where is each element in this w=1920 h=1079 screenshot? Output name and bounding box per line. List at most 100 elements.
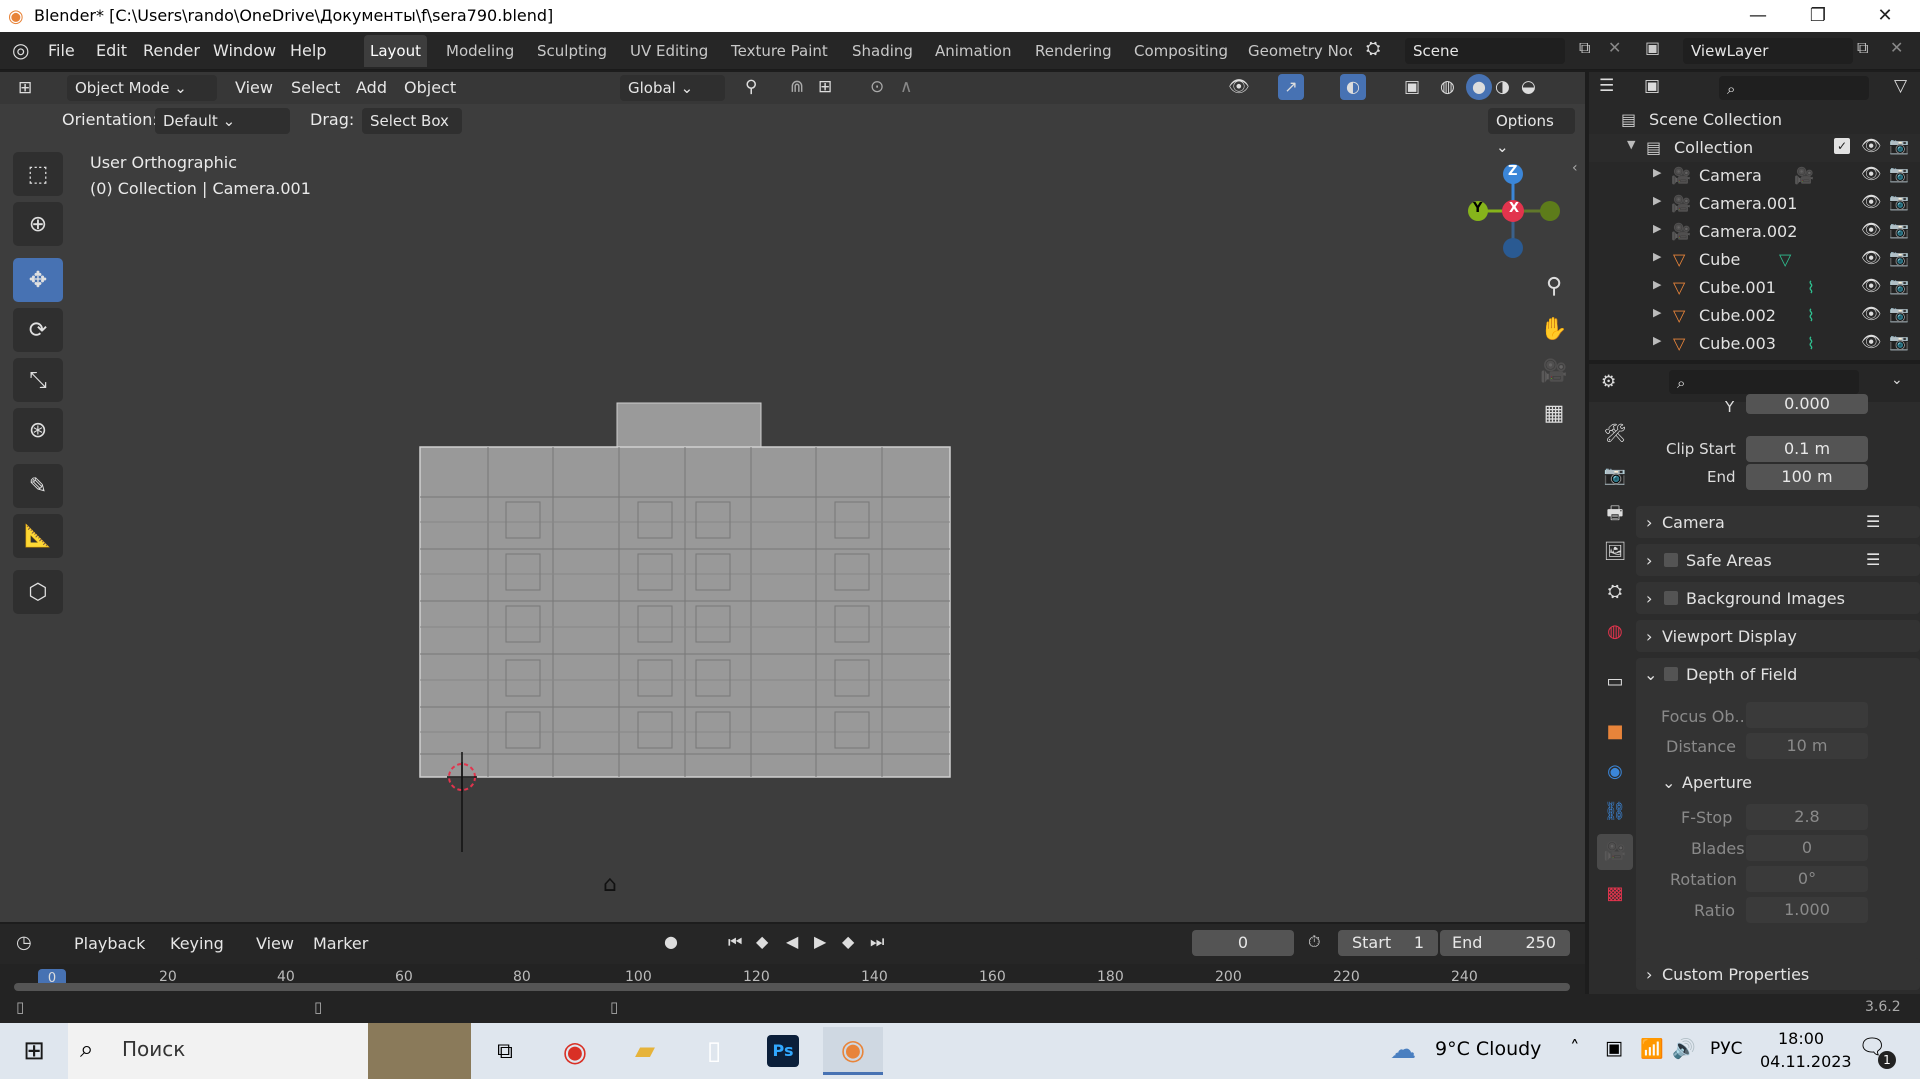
move-tool[interactable]: ✥: [13, 258, 63, 302]
focus-object-field[interactable]: [1746, 702, 1868, 728]
weather-label[interactable]: 9°C Cloudy: [1435, 1038, 1541, 1060]
scene-collection-row[interactable]: ▤ Scene Collection: [1589, 106, 1920, 134]
overlays-toggle-icon[interactable]: ◐: [1340, 74, 1366, 100]
wireframe-shading-icon[interactable]: ◍: [1440, 77, 1455, 97]
maximize-button[interactable]: ❐: [1795, 2, 1841, 30]
jump-start-icon[interactable]: ⏮: [728, 932, 742, 952]
wifi-icon[interactable]: 📶: [1640, 1037, 1664, 1060]
eye-icon[interactable]: 👁: [1861, 192, 1881, 211]
eye-icon[interactable]: 👁: [1861, 220, 1881, 239]
collection-row[interactable]: ▼ ▤ Collection ✓ 👁 📷: [1589, 134, 1920, 162]
snap-icon[interactable]: ⋒: [790, 77, 804, 97]
jump-end-icon[interactable]: ⏭: [870, 932, 884, 952]
tab-uv-editing[interactable]: UV Editing: [624, 35, 714, 67]
grid-view-icon[interactable]: ▦: [1535, 395, 1573, 433]
tab-texture-paint[interactable]: Texture Paint: [725, 35, 834, 67]
add-cube-tool[interactable]: ⬡: [13, 570, 63, 614]
blender-menu-icon[interactable]: ◎: [12, 38, 29, 62]
rendered-shading-icon[interactable]: ◒: [1521, 77, 1536, 97]
tab-compositing[interactable]: Compositing: [1128, 35, 1234, 67]
camera-render-icon[interactable]: 📷: [1889, 276, 1909, 295]
eye-icon[interactable]: 👁: [1861, 276, 1881, 295]
timeline-menu-playback[interactable]: Playback: [74, 934, 145, 953]
play-reverse-icon[interactable]: ◀: [786, 932, 798, 951]
measure-tool[interactable]: 📐: [13, 514, 63, 558]
camera-view-icon[interactable]: 🎥: [1535, 353, 1573, 391]
timeline-menu-keying[interactable]: Keying: [170, 934, 224, 953]
viewlayer-field[interactable]: ViewLayer: [1683, 38, 1853, 64]
chevron-right-icon[interactable]: ▶: [1653, 166, 1661, 179]
eye-icon[interactable]: 👁: [1861, 248, 1881, 267]
tab-sculpting[interactable]: Sculpting: [531, 35, 613, 67]
explorer-taskbar-button[interactable]: ▰: [615, 1027, 675, 1075]
photoshop-taskbar-button[interactable]: Ps: [753, 1027, 813, 1075]
vp-menu-select[interactable]: Select: [291, 78, 340, 97]
scene-selector-icon[interactable]: ⛭: [1366, 38, 1380, 59]
select-box-tool[interactable]: ⬚: [13, 152, 63, 196]
next-keyframe-icon[interactable]: ◆: [842, 932, 854, 951]
language-indicator[interactable]: РУС: [1710, 1039, 1742, 1059]
menu-file[interactable]: File: [48, 41, 75, 60]
camera-panel[interactable]: › Camera ☰: [1636, 506, 1920, 538]
chrome-taskbar-button[interactable]: ◉: [545, 1027, 605, 1075]
menu-edit[interactable]: Edit: [96, 41, 127, 60]
clip-start-field[interactable]: 0.1 m: [1746, 436, 1868, 462]
material-shading-icon[interactable]: ◑: [1495, 77, 1510, 97]
eye-icon[interactable]: 👁: [1861, 136, 1881, 155]
building-mesh[interactable]: [400, 322, 980, 882]
zoom-icon[interactable]: ⚲: [1535, 268, 1573, 306]
timeline-editor-icon[interactable]: ◷: [16, 932, 32, 953]
stopwatch-icon[interactable]: ⏱: [1308, 932, 1320, 952]
camera-render-icon[interactable]: 📷: [1889, 164, 1909, 183]
tab-layout[interactable]: Layout: [364, 35, 427, 67]
timeline-menu-view[interactable]: View: [256, 934, 294, 953]
timeline-scrollbar[interactable]: [14, 983, 1570, 991]
viewport-display-panel[interactable]: › Viewport Display: [1636, 620, 1920, 652]
chevron-right-icon[interactable]: ▶: [1653, 194, 1661, 207]
eye-icon[interactable]: 👁: [1861, 304, 1881, 323]
eye-icon[interactable]: 👁: [1861, 332, 1881, 351]
viewlayer-icon[interactable]: ▣: [1645, 38, 1660, 57]
chevron-right-icon[interactable]: ▶: [1653, 250, 1661, 263]
sidebar-toggle-icon[interactable]: ‹: [1572, 160, 1578, 176]
physics-tab-icon[interactable]: ◉: [1597, 754, 1633, 790]
transform-orientation-dropdown[interactable]: Global ⌄: [620, 75, 725, 101]
vp-menu-object[interactable]: Object: [404, 78, 456, 97]
outliner-item[interactable]: ▶ 🎥 Camera.001 👁 📷: [1589, 190, 1920, 218]
camera-render-icon[interactable]: 📷: [1889, 192, 1909, 211]
taskbar-search[interactable]: ⌕ Поиск: [68, 1023, 471, 1079]
chevron-right-icon[interactable]: ▶: [1653, 278, 1661, 291]
display-mode-icon[interactable]: ▣: [1644, 76, 1660, 96]
outliner-search-input[interactable]: ⌕: [1719, 76, 1869, 100]
start-button[interactable]: ⊞: [4, 1027, 64, 1075]
render-tab-icon[interactable]: 📷: [1597, 458, 1633, 494]
chevron-right-icon[interactable]: ▶: [1653, 222, 1661, 235]
start-frame-field[interactable]: Start 1: [1338, 930, 1438, 956]
object-tab-icon[interactable]: ■: [1597, 714, 1633, 750]
custom-properties-panel[interactable]: › Custom Properties: [1636, 958, 1920, 990]
camera-render-icon[interactable]: 📷: [1889, 248, 1909, 267]
background-images-checkbox[interactable]: [1664, 591, 1678, 605]
clock-date[interactable]: 04.11.2023: [1760, 1052, 1852, 1071]
tab-animation[interactable]: Animation: [929, 35, 1017, 67]
editor-type-icon[interactable]: ⊞: [18, 78, 32, 98]
camera-render-icon[interactable]: 📷: [1889, 136, 1909, 155]
texture-tab-icon[interactable]: ▩: [1597, 876, 1633, 912]
scene-field[interactable]: Scene: [1405, 38, 1565, 64]
safe-areas-checkbox[interactable]: [1664, 553, 1678, 567]
transform-tool[interactable]: ⊛: [13, 408, 63, 452]
y-field[interactable]: 0.000: [1746, 394, 1868, 414]
distance-field[interactable]: 10 m: [1746, 733, 1868, 759]
orientation-dropdown[interactable]: Default ⌄: [155, 108, 290, 134]
falloff-icon[interactable]: ∧: [900, 77, 912, 97]
timeline-menu-marker[interactable]: Marker: [313, 934, 368, 953]
outliner-item[interactable]: ▶ ▽ Cube.001 ⌇ 👁 📷: [1589, 274, 1920, 302]
blades-field[interactable]: 0: [1746, 835, 1868, 861]
chevron-down-icon[interactable]: ⌄: [1662, 773, 1675, 792]
view-layer-tab-icon[interactable]: 🖼: [1597, 534, 1633, 570]
xray-icon[interactable]: ▣: [1404, 77, 1420, 97]
end-frame-field[interactable]: End 250: [1440, 930, 1570, 956]
annotate-tool[interactable]: ✎: [13, 464, 63, 508]
rotation-field[interactable]: 0°: [1746, 866, 1868, 892]
task-view-button[interactable]: ⧉: [475, 1027, 535, 1075]
